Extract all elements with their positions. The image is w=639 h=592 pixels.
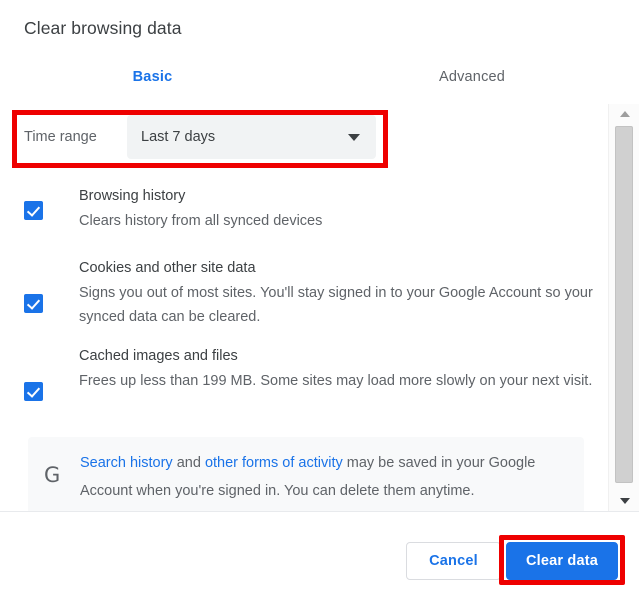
option-title: Cookies and other site data (79, 260, 256, 276)
clear-data-button[interactable]: Clear data (506, 542, 618, 580)
option-description: Signs you out of most sites. You'll stay… (79, 285, 593, 325)
option-row-browsing-history[interactable]: Browsing history Clears history from all… (24, 184, 584, 233)
search-history-link[interactable]: Search history (80, 455, 173, 471)
chevron-down-icon (348, 134, 360, 141)
other-activity-link[interactable]: other forms of activity (205, 455, 343, 471)
time-range-value: Last 7 days (141, 129, 216, 145)
option-text: Browsing history Clears history from all… (79, 184, 322, 233)
tab-advanced[interactable]: Advanced (305, 58, 639, 96)
scrollbar-thumb[interactable] (615, 126, 633, 483)
google-g-icon: G (44, 463, 61, 487)
triangle-down-icon[interactable] (609, 491, 639, 511)
google-account-notice: G Search history and other forms of acti… (28, 437, 584, 511)
dialog-body: Time range Last 7 days Browsing history … (0, 96, 608, 511)
dialog-footer: Cancel Clear data (0, 512, 639, 592)
option-description: Clears history from all synced devices (79, 213, 323, 229)
notice-text: Search history and other forms of activi… (80, 449, 568, 505)
option-title: Cached images and files (79, 348, 238, 364)
option-text: Cookies and other site data Signs you ou… (79, 256, 594, 329)
tab-basic[interactable]: Basic (0, 58, 305, 96)
option-row-cached-images[interactable]: Cached images and files Frees up less th… (24, 344, 594, 401)
checkbox-cookies[interactable] (24, 294, 43, 313)
option-title: Browsing history (79, 188, 186, 204)
vertical-scrollbar[interactable] (608, 104, 639, 511)
option-row-cookies[interactable]: Cookies and other site data Signs you ou… (24, 256, 594, 329)
time-range-row: Time range Last 7 days (24, 114, 376, 160)
checkbox-cached-images[interactable] (24, 382, 43, 401)
time-range-label: Time range (24, 129, 97, 145)
option-description: Frees up less than 199 MB. Some sites ma… (79, 373, 593, 389)
clear-browsing-data-dialog: Clear browsing data Basic Advanced Time … (0, 0, 639, 592)
checkbox-browsing-history[interactable] (24, 201, 43, 220)
triangle-up-icon[interactable] (609, 104, 639, 124)
option-text: Cached images and files Frees up less th… (79, 344, 592, 393)
cancel-button[interactable]: Cancel (406, 542, 501, 580)
notice-mid: and (172, 455, 205, 471)
time-range-select[interactable]: Last 7 days (127, 115, 376, 159)
page-title: Clear browsing data (24, 18, 182, 38)
